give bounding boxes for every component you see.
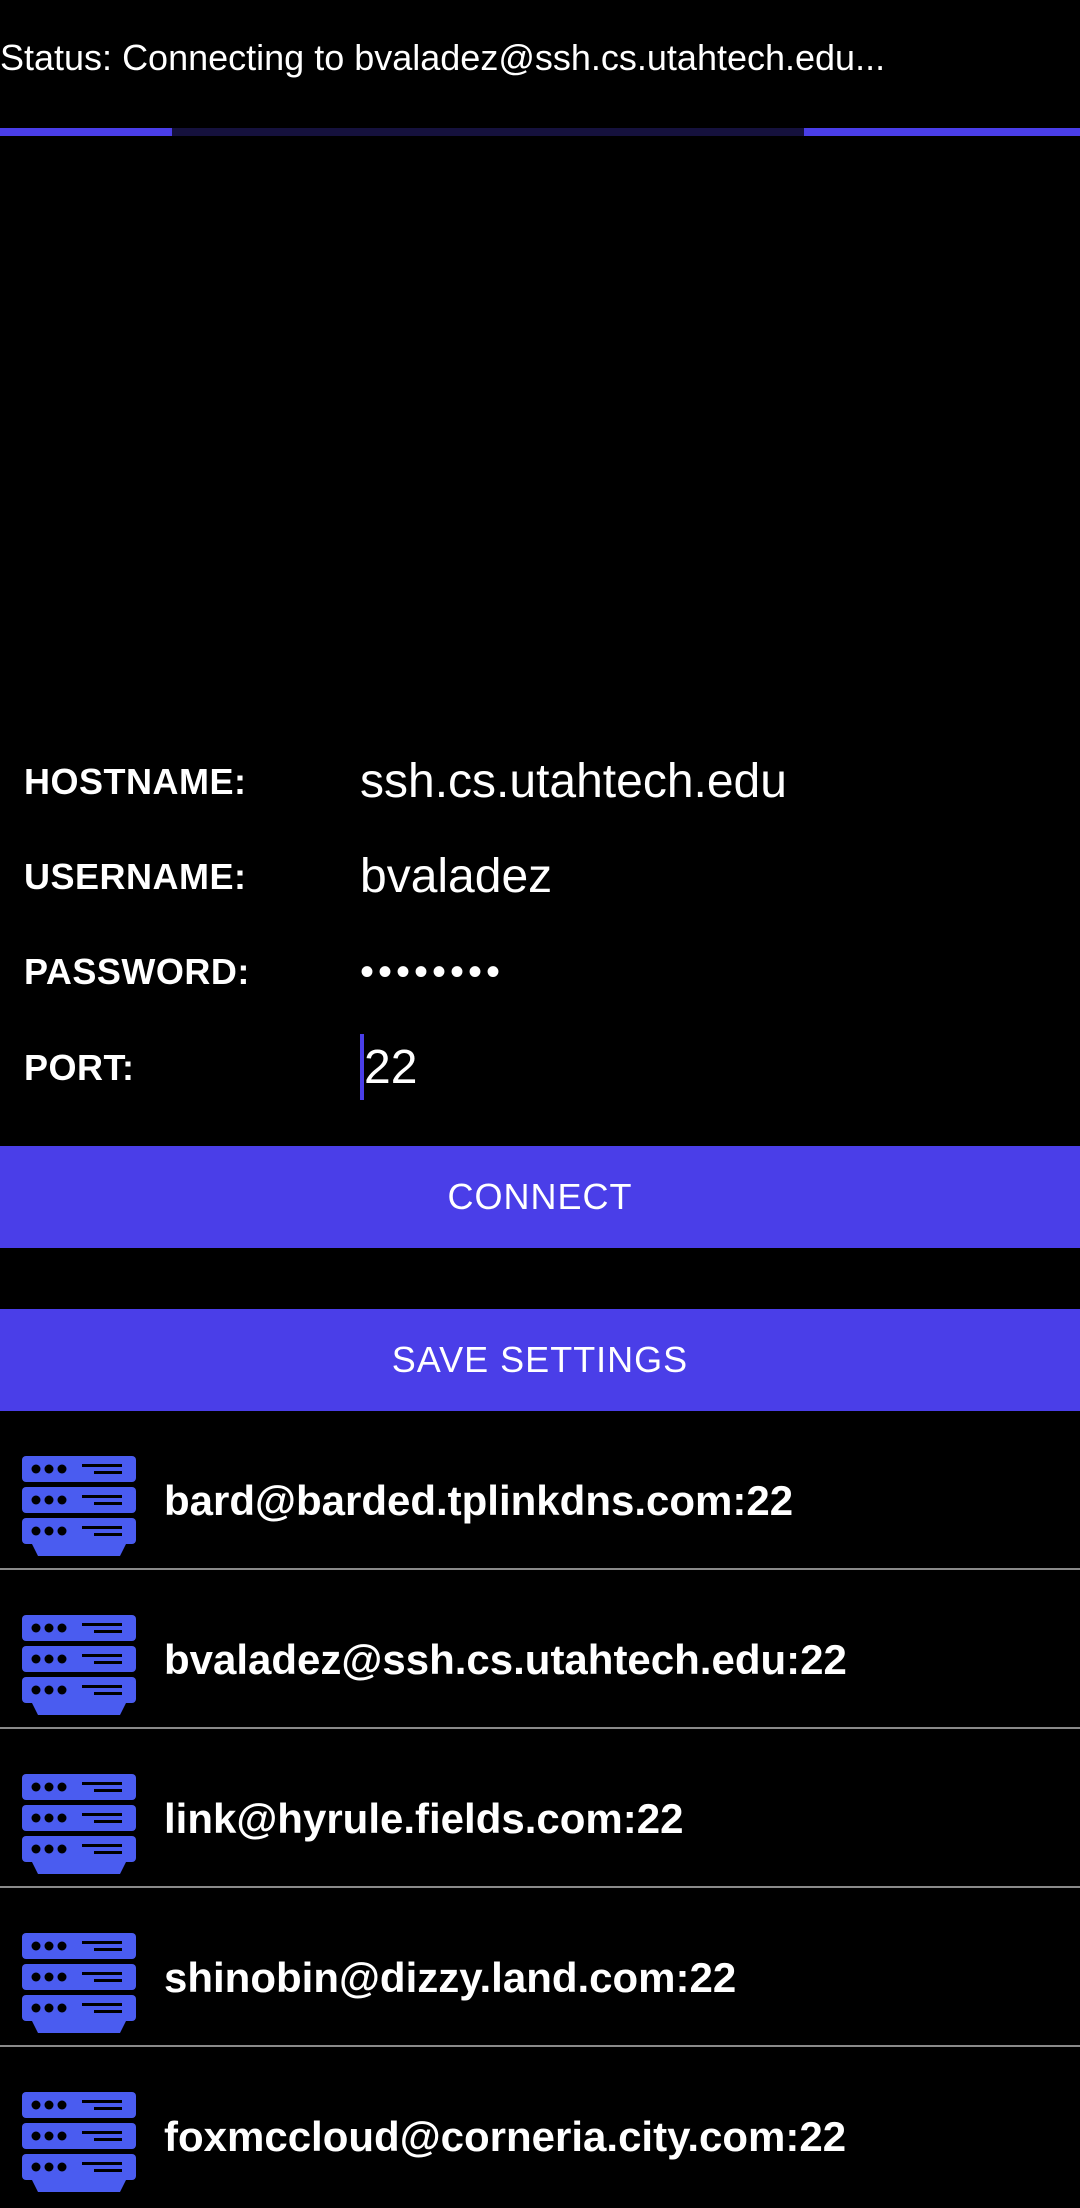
server-label: bvaladez@ssh.cs.utahtech.edu:22 [164, 1636, 847, 1683]
app-screen: Status: Connecting to bvaladez@ssh.cs.ut… [0, 0, 1080, 2208]
server-list-item[interactable]: bard@barded.tplinkdns.com:22 [0, 1411, 1080, 1570]
text-cursor [360, 1034, 364, 1101]
server-icon [22, 1933, 136, 2033]
port-label: PORT: [24, 1047, 135, 1088]
server-list-item[interactable]: foxmccloud@corneria.city.com:22 [0, 2047, 1080, 2206]
server-label: shinobin@dizzy.land.com:22 [164, 1954, 737, 2001]
username-input[interactable]: bvaladez [360, 837, 1060, 917]
save-settings-button[interactable]: SAVE SETTINGS [0, 1309, 1080, 1411]
server-icon [22, 1456, 136, 1556]
connect-button[interactable]: CONNECT [0, 1146, 1080, 1248]
server-icon [22, 1615, 136, 1715]
server-label: link@hyrule.fields.com:22 [164, 1795, 684, 1842]
status-text: Status: Connecting to bvaladez@ssh.cs.ut… [0, 37, 886, 78]
server-list-item[interactable]: bvaladez@ssh.cs.utahtech.edu:22 [0, 1570, 1080, 1729]
hostname-label: HOSTNAME: [24, 761, 247, 802]
password-label: PASSWORD: [24, 951, 250, 992]
server-icon [22, 1774, 136, 1874]
port-row: PORT: 22 [0, 1028, 1080, 1108]
server-icon [22, 2092, 136, 2192]
server-list-item[interactable]: link@hyrule.fields.com:22 [0, 1729, 1080, 1888]
username-label: USERNAME: [24, 856, 247, 897]
progress-indicator-segment [804, 128, 1080, 136]
hostname-input[interactable]: ssh.cs.utahtech.edu [360, 742, 1060, 822]
hostname-row: HOSTNAME: ssh.cs.utahtech.edu [0, 742, 1080, 822]
port-input[interactable]: 22 [360, 1028, 1060, 1108]
username-row: USERNAME: bvaladez [0, 837, 1080, 917]
saved-servers-list: bard@barded.tplinkdns.com:22 bvaladez@ss… [0, 1411, 1080, 2206]
password-row: PASSWORD: •••••••• [0, 932, 1080, 1012]
server-list-item[interactable]: shinobin@dizzy.land.com:22 [0, 1888, 1080, 2047]
server-label: foxmccloud@corneria.city.com:22 [164, 2113, 847, 2160]
port-value: 22 [364, 1041, 418, 1094]
progress-indicator-segment [0, 128, 172, 136]
connection-progress-bar [0, 128, 1080, 136]
server-label: bard@barded.tplinkdns.com:22 [164, 1477, 794, 1524]
password-input[interactable]: •••••••• [360, 932, 1060, 1012]
